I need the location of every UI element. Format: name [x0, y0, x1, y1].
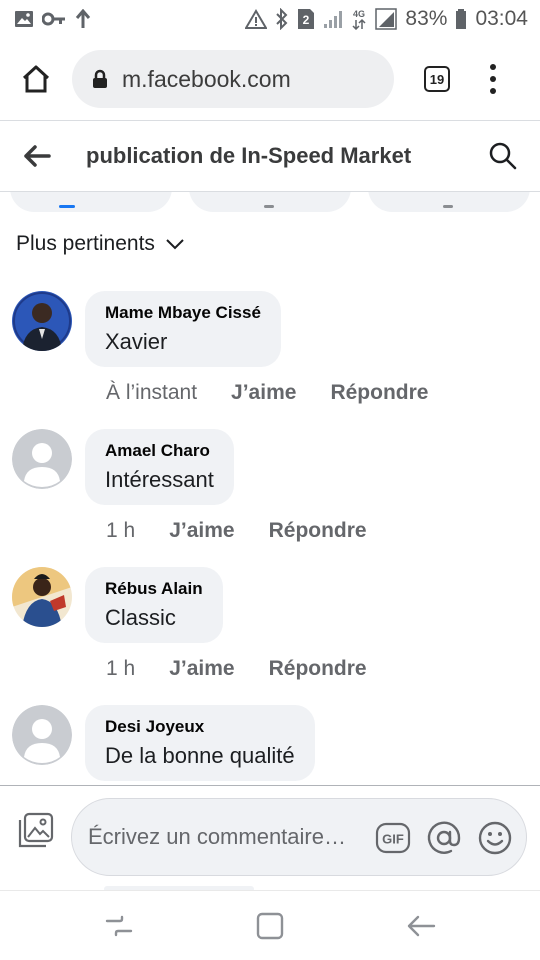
avatar[interactable]	[12, 705, 72, 765]
like-icon	[58, 205, 75, 208]
back-button[interactable]	[20, 139, 54, 173]
upload-icon	[74, 9, 92, 29]
network-icon: 4G	[351, 8, 367, 30]
comment-text: Xavier	[105, 329, 168, 354]
avatar[interactable]	[12, 429, 72, 489]
comment-input-box[interactable]: GIF	[71, 798, 527, 876]
battery-icon	[455, 8, 467, 30]
back-nav-icon	[407, 915, 436, 937]
page-title: publication de In-Speed Market	[86, 143, 412, 168]
sim-icon: 2	[297, 8, 315, 30]
share-button[interactable]	[368, 192, 530, 212]
avatar[interactable]	[12, 291, 72, 351]
comment-author[interactable]: Rébus Alain	[105, 579, 203, 599]
emoji-button[interactable]	[477, 820, 513, 856]
search-button[interactable]	[486, 139, 520, 173]
gif-label: GIF	[382, 832, 404, 847]
sim-number: 2	[303, 13, 310, 27]
recent-apps-button[interactable]	[104, 911, 134, 941]
signal-icon	[375, 8, 398, 30]
at-sign-icon	[427, 821, 461, 854]
like-link[interactable]: J’aime	[169, 519, 234, 543]
profile-photo	[12, 567, 72, 627]
avatar[interactable]	[12, 567, 72, 627]
comment-button[interactable]	[189, 192, 351, 212]
image-icon	[14, 10, 34, 28]
comment-bubble: Amael Charo Intéressant	[85, 429, 234, 505]
system-navigation-bar	[0, 890, 540, 960]
reply-link[interactable]: Répondre	[269, 657, 367, 681]
key-icon	[42, 12, 66, 26]
home-nav-button[interactable]	[255, 911, 285, 941]
comment-text: De la bonne qualité	[105, 743, 295, 768]
comment-item: Amael Charo Intéressant 1 h J’aime Répon…	[12, 429, 532, 559]
reaction-buttons-row	[0, 192, 540, 214]
profile-photo	[12, 291, 72, 351]
comment-actions: 1 h J’aime Répondre	[106, 657, 367, 681]
comment-item: Rébus Alain Classic 1 h J’aime Répondre	[12, 567, 532, 697]
search-icon	[489, 142, 517, 170]
sort-dropdown[interactable]: Plus pertinents	[16, 232, 185, 256]
comment-time[interactable]: 1 h	[106, 657, 135, 681]
home-icon	[22, 65, 50, 93]
signal-icon	[323, 9, 343, 29]
clock: 03:04	[475, 7, 528, 30]
gif-button[interactable]: GIF	[375, 820, 411, 856]
comment-bubble: Desi Joyeux De la bonne qualité	[85, 705, 315, 781]
mention-button[interactable]	[426, 820, 462, 856]
comment-author[interactable]: Desi Joyeux	[105, 717, 295, 737]
share-icon	[442, 205, 453, 208]
comment-time[interactable]: 1 h	[106, 519, 135, 543]
comment-item: Desi Joyeux De la bonne qualité	[12, 705, 532, 785]
comment-text: Classic	[105, 605, 176, 630]
comment-item: Mame Mbaye Cissé Xavier À l’instant J’ai…	[12, 291, 532, 421]
default-avatar-icon	[12, 705, 72, 765]
status-left-group	[14, 9, 92, 29]
back-nav-button[interactable]	[406, 911, 436, 941]
square-home-icon	[256, 912, 284, 940]
like-link[interactable]: J’aime	[169, 657, 234, 681]
comment-text: Intéressant	[105, 467, 214, 492]
recent-apps-icon	[105, 915, 133, 937]
photo-icon	[18, 812, 54, 848]
status-bar: 2 4G 83% 03:04	[0, 0, 540, 38]
alert-icon	[245, 9, 268, 29]
dot	[490, 76, 496, 82]
reply-link[interactable]: Répondre	[269, 519, 367, 543]
comment-time[interactable]: À l’instant	[106, 381, 197, 405]
like-link[interactable]: J’aime	[231, 381, 296, 405]
comment-author[interactable]: Mame Mbaye Cissé	[105, 303, 261, 323]
lock-icon	[93, 69, 107, 88]
more-menu-button[interactable]	[488, 64, 498, 94]
battery-percent: 83%	[405, 7, 448, 30]
page-header: publication de In-Speed Market	[0, 121, 540, 191]
reply-link[interactable]: Répondre	[330, 381, 428, 405]
comment-input[interactable]	[88, 824, 368, 850]
default-avatar-icon	[12, 429, 72, 489]
comment-actions: À l’instant J’aime Répondre	[106, 381, 428, 405]
url-text: m.facebook.com	[122, 65, 291, 92]
browser-toolbar: m.facebook.com 19	[0, 38, 540, 120]
sort-label: Plus pertinents	[16, 232, 155, 255]
comment-icon	[263, 205, 274, 208]
svg-text:4G: 4G	[353, 9, 365, 19]
status-right-group: 2 4G 83% 03:04	[245, 7, 528, 31]
comment-actions: 1 h J’aime Répondre	[106, 519, 367, 543]
like-button[interactable]	[10, 192, 172, 212]
dot	[490, 64, 496, 70]
back-arrow-icon	[24, 145, 51, 167]
smiley-icon	[478, 821, 512, 855]
home-button[interactable]	[14, 57, 58, 101]
address-bar[interactable]: m.facebook.com	[72, 50, 394, 108]
comment-author[interactable]: Amael Charo	[105, 441, 214, 461]
comment-bubble: Mame Mbaye Cissé Xavier	[85, 291, 281, 367]
bluetooth-icon	[275, 8, 289, 30]
gif-icon: GIF	[375, 822, 411, 854]
chevron-down-icon	[166, 239, 184, 250]
comment-bubble: Rébus Alain Classic	[85, 567, 223, 643]
dot	[490, 88, 496, 94]
tab-switcher-button[interactable]: 19	[424, 66, 450, 92]
add-photo-button[interactable]	[18, 812, 54, 848]
comment-composer: GIF	[0, 785, 540, 889]
